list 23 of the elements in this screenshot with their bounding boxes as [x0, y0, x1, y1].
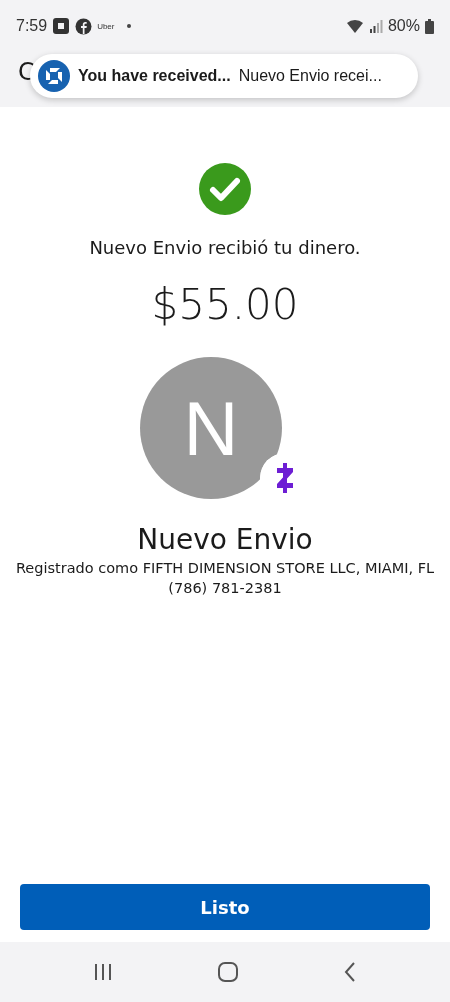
done-button[interactable]: Listo [20, 884, 430, 930]
bank-logo-icon [38, 60, 70, 92]
status-time: 7:59 [16, 17, 48, 35]
battery-icon [425, 18, 434, 34]
avatar: N [140, 357, 282, 499]
signal-icon [368, 19, 383, 33]
battery-percent: 80% [387, 17, 420, 35]
recent-apps-icon[interactable] [92, 963, 113, 981]
notification-title: You have received... [78, 67, 231, 85]
phone-number: (786) 781-2381 [168, 580, 282, 596]
facebook-icon [75, 17, 93, 35]
back-icon[interactable] [343, 962, 358, 982]
notification-dot-icon [127, 24, 132, 28]
app-icon [52, 17, 71, 35]
notification-text: Nuevo Envio recei... [238, 67, 382, 85]
status-app-label: Uber [97, 21, 115, 31]
home-icon[interactable] [218, 962, 238, 982]
amount: $55.00 [151, 280, 299, 329]
recipient-name: Nuevo Envio [137, 523, 313, 556]
wifi-icon [345, 18, 364, 34]
check-icon [199, 163, 251, 215]
registration-text: Registrado como FIFTH DIMENSION STORE LLC, MIAMI, FL [15, 560, 435, 576]
confirmation-message: Nuevo Envio recibió tu dinero. [89, 237, 361, 258]
